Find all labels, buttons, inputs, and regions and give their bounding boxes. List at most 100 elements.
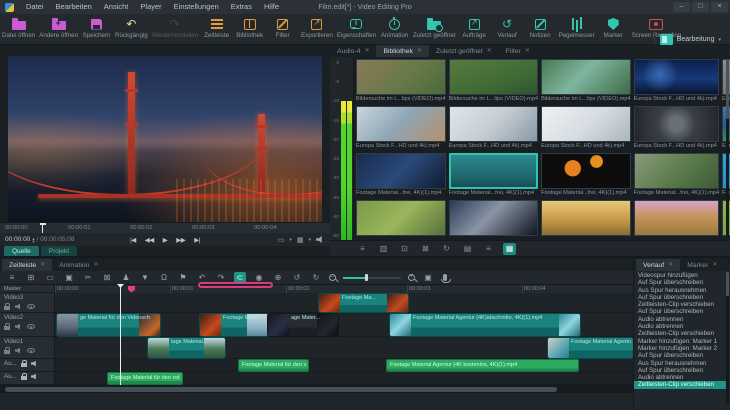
- animation-button[interactable]: Animation: [378, 14, 411, 44]
- history-item[interactable]: Marker hinzufügen: Marker 2: [634, 345, 726, 352]
- magnet-tool-icon[interactable]: Ω: [158, 272, 170, 283]
- panel-tab-audio-4[interactable]: Audio-4✕: [330, 45, 376, 57]
- library-item[interactable]: Bildersuche im L...lips (VIDEO).mp4: [541, 59, 631, 104]
- library-item[interactable]: Europa Stock F...HD und 4k).mp4: [356, 106, 446, 151]
- menu-datei[interactable]: Datei: [20, 0, 50, 14]
- lock-icon[interactable]: [4, 350, 10, 354]
- library-item[interactable]: Europa Stock F...HD und 4k).mp4: [541, 106, 631, 151]
- timeline-tab-animation[interactable]: Animation✕: [52, 259, 105, 271]
- history-item[interactable]: Aus Spur herausnehmen: [634, 360, 726, 367]
- auftr-ge-button[interactable]: Aufträge: [458, 14, 491, 44]
- verlauf-button[interactable]: ↺Verlauf: [491, 14, 524, 44]
- library-item[interactable]: [356, 200, 446, 240]
- exportieren-button[interactable]: Exportieren: [299, 14, 335, 44]
- lock-icon[interactable]: [4, 306, 10, 310]
- zoom-slider-handle[interactable]: [365, 274, 368, 281]
- close-icon[interactable]: ✕: [712, 261, 717, 270]
- chevron-down-icon[interactable]: ▾: [289, 237, 292, 243]
- rotate-left-icon[interactable]: ↺: [291, 272, 303, 283]
- bibliothek-button[interactable]: Bibliothek: [233, 14, 266, 44]
- notizen-button[interactable]: Notizen: [524, 14, 557, 44]
- prev-frame-button[interactable]: ◀◀: [145, 236, 154, 244]
- speaker-icon[interactable]: [15, 348, 22, 354]
- crosshair-tool-icon[interactable]: ⊕: [272, 272, 284, 283]
- library-scrollbar[interactable]: [726, 59, 729, 237]
- library-item[interactable]: [634, 200, 720, 240]
- close-icon[interactable]: ✕: [417, 47, 422, 56]
- minimize-button[interactable]: –: [673, 2, 690, 12]
- ruler-selection-range[interactable]: [198, 282, 273, 288]
- library-refresh-icon[interactable]: ↻: [440, 243, 453, 255]
- fit-screen-icon[interactable]: ▭: [278, 236, 285, 244]
- zuletzt-ge-ffnet-button[interactable]: Zuletzt geöffnet: [411, 14, 458, 44]
- close-button[interactable]: ×: [711, 2, 728, 12]
- library-item[interactable]: Footage Material...frei, 4K)(1).mp4: [449, 153, 539, 198]
- close-icon[interactable]: ✕: [525, 47, 530, 56]
- speaker-icon[interactable]: [15, 324, 22, 330]
- lock-icon[interactable]: [21, 363, 27, 367]
- preview-seek-ruler[interactable]: 00:00:0000:00:0100:00:0200:00:0300:00:04: [0, 222, 330, 233]
- close-icon[interactable]: ✕: [668, 261, 673, 270]
- view-grid-icon[interactable]: ▦: [503, 243, 516, 255]
- duplicate-tool-icon[interactable]: ▣: [63, 272, 75, 283]
- close-icon[interactable]: ✕: [40, 261, 45, 270]
- close-icon[interactable]: ✕: [364, 47, 369, 56]
- datei-ffnen-button[interactable]: Datei öffnen: [0, 14, 37, 44]
- history-item[interactable]: Aus Spur herausnehmen: [634, 287, 726, 294]
- history-item[interactable]: Audio abtrennen: [634, 316, 726, 323]
- library-delete-icon[interactable]: ⊠: [419, 243, 432, 255]
- library-preview-icon[interactable]: ⊡: [398, 243, 411, 255]
- view-list-icon[interactable]: ≡: [482, 243, 495, 255]
- history-item[interactable]: Marker hinzufügen: Marker 1: [634, 338, 726, 345]
- rotate-right-icon[interactable]: ↻: [310, 272, 322, 283]
- timeline-zoom-slider[interactable]: [343, 277, 401, 279]
- history-item[interactable]: Zeitleisten-Clip verschieben: [634, 330, 726, 337]
- filter-button[interactable]: Filter: [266, 14, 299, 44]
- go-end-button[interactable]: ▶|: [194, 236, 200, 244]
- library-item[interactable]: Footage Material...frei, 4K)(1).mp4: [634, 153, 720, 198]
- history-scrollbar[interactable]: [726, 272, 729, 404]
- library-item[interactable]: Footage Material...frei, 4K)(1).mp4: [356, 153, 446, 198]
- zoom-out-icon[interactable]: –: [329, 274, 336, 281]
- zoom-in-icon[interactable]: +: [408, 274, 415, 281]
- history-item[interactable]: Zeitleisten-Clip verschieben: [634, 301, 726, 308]
- timeline-tab-zeitleiste[interactable]: Zeitleiste✕: [2, 259, 52, 271]
- play-button[interactable]: ▶: [163, 236, 168, 244]
- timeline-menu-icon[interactable]: ≡: [6, 272, 18, 283]
- menu-hilfe[interactable]: Hilfe: [258, 0, 285, 14]
- history-item[interactable]: Auf Spur überschreiben: [634, 279, 726, 286]
- timecode-spinner[interactable]: ▴▾: [32, 237, 34, 243]
- pegelmesser-button[interactable]: Pegelmesser: [557, 14, 597, 44]
- panel-tab-filter[interactable]: Filter✕: [499, 45, 537, 57]
- history-item[interactable]: Videospur hinzufügen: [634, 272, 726, 279]
- eye-icon[interactable]: [27, 304, 35, 309]
- library-item[interactable]: Europa Stock F...HD und 4k).mp4: [449, 106, 539, 151]
- lock-icon[interactable]: [21, 376, 27, 380]
- speaker-icon[interactable]: [15, 304, 22, 310]
- lock-icon[interactable]: [4, 326, 10, 330]
- andere-ffnen-button[interactable]: Andere öffnen: [37, 14, 80, 44]
- r-ckg-ngig-button[interactable]: ↶Rückgängig: [113, 14, 150, 44]
- video-clip[interactable]: Footage Material Agentur (...: [548, 338, 633, 358]
- history-item[interactable]: Auf Spur überschreiben: [634, 352, 726, 359]
- library-item[interactable]: Bildersuche im L...lips (VIDEO).mp4: [449, 59, 539, 104]
- split-tool-icon[interactable]: ✂: [82, 272, 94, 283]
- library-item[interactable]: [449, 200, 539, 240]
- history-item[interactable]: Zeitleisten-Clip verschieben: [634, 381, 726, 388]
- filter-funnel-icon[interactable]: ▼: [139, 272, 151, 283]
- timeline-playhead[interactable]: [120, 285, 121, 385]
- marker-tool-icon[interactable]: ⚑: [177, 272, 189, 283]
- video-clip[interactable]: Footage Ma...: [319, 294, 408, 312]
- add-track-icon[interactable]: ⊞: [25, 272, 37, 283]
- video-clip[interactable]: Footage Material Agentur (4K)abschnitte,…: [390, 314, 580, 336]
- person-tool-icon[interactable]: ♟: [120, 272, 132, 283]
- microphone-icon[interactable]: [443, 274, 447, 281]
- close-icon[interactable]: ✕: [487, 47, 492, 56]
- history-tab-marker[interactable]: Marker✕: [680, 259, 724, 271]
- volume-icon[interactable]: [316, 236, 324, 243]
- history-item[interactable]: Auf Spur überschreiben: [634, 294, 726, 301]
- delete-tool-icon[interactable]: ⊠: [101, 272, 113, 283]
- crop-tool-icon[interactable]: ▭: [44, 272, 56, 283]
- history-item[interactable]: Audio abtrennen: [634, 374, 726, 381]
- grid-view-icon[interactable]: ▦: [297, 236, 304, 244]
